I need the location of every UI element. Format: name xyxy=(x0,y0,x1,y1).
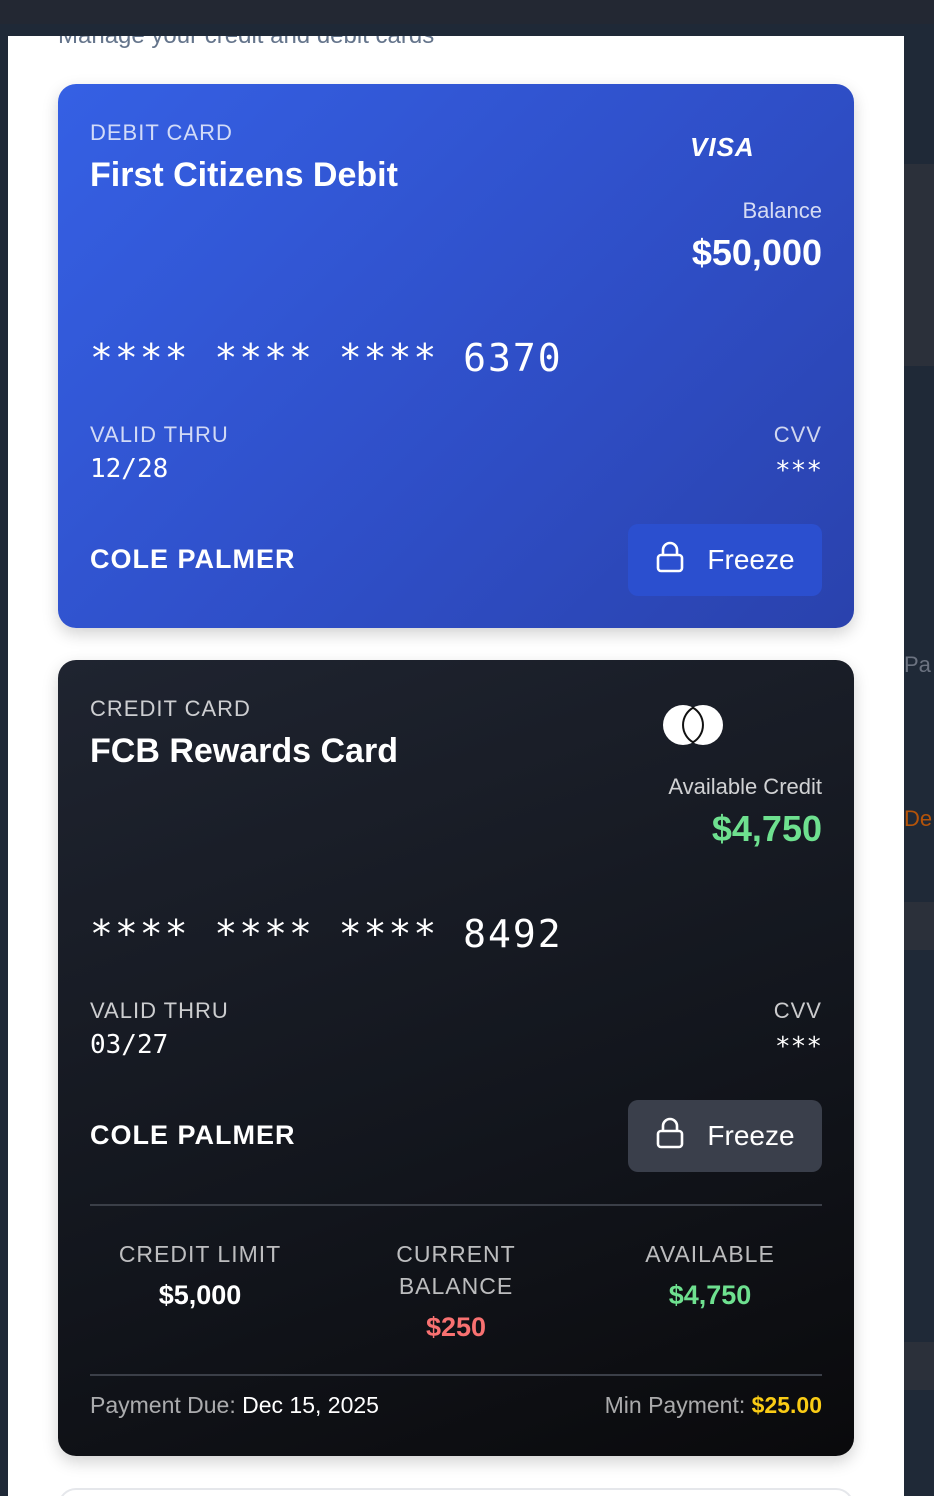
lock-icon xyxy=(655,541,685,580)
valid-thru-value: 12/28 xyxy=(90,454,169,484)
available-credit-value: $4,750 xyxy=(711,808,822,849)
valid-thru-label: VALID THRU xyxy=(90,422,229,447)
payment-due-value: Dec 15, 2025 xyxy=(242,1392,379,1418)
cvv-value: *** xyxy=(775,1032,822,1062)
credit-limit-label: CREDIT LIMIT xyxy=(118,1241,282,1267)
card-number: **** **** **** 6370 xyxy=(90,336,563,380)
background-panel xyxy=(904,1342,934,1390)
cvv-label: CVV xyxy=(773,998,822,1023)
payment-due: Payment Due: Dec 15, 2025 xyxy=(90,1392,379,1419)
freeze-label: Freeze xyxy=(707,544,795,575)
available-stat: AVAILABLE $4,750 xyxy=(588,1238,832,1311)
min-payment-label: Min Payment: xyxy=(604,1392,746,1418)
current-balance-label: CURRENT xyxy=(396,1241,516,1267)
debit-card[interactable]: DEBIT CARD First Citizens Debit VISA Bal… xyxy=(58,84,854,628)
available-value: $4,750 xyxy=(668,1280,752,1310)
background-panel xyxy=(904,902,934,950)
card-holder-name: COLE PALMER xyxy=(90,544,296,574)
divider xyxy=(90,1204,822,1206)
visa-logo: VISA xyxy=(690,132,755,162)
credit-limit-value: $5,000 xyxy=(158,1280,242,1310)
cards-modal: Manage your credit and debit cards DEBIT… xyxy=(8,36,904,1496)
current-balance-stat: CURRENT BALANCE $250 xyxy=(334,1238,578,1343)
freeze-button[interactable]: Freeze xyxy=(628,524,822,596)
background-text: Pa xyxy=(904,652,931,677)
available-label: AVAILABLE xyxy=(645,1241,775,1267)
card-type-label: DEBIT CARD xyxy=(90,120,233,145)
credit-card[interactable]: CREDIT CARD FCB Rewards Card Available C… xyxy=(58,660,854,1456)
card-holder-name: COLE PALMER xyxy=(90,1120,296,1150)
cvv-value: *** xyxy=(775,456,822,486)
min-payment-value: $25.00 xyxy=(751,1392,822,1418)
current-balance-value: $250 xyxy=(425,1312,487,1342)
page-subtitle: Manage your credit and debit cards xyxy=(58,36,434,50)
mastercard-icon xyxy=(660,703,726,747)
divider xyxy=(90,1374,822,1376)
valid-thru-value: 03/27 xyxy=(90,1030,169,1060)
card-type-label: CREDIT CARD xyxy=(90,696,251,721)
lock-icon xyxy=(655,1117,685,1156)
card-name: FCB Rewards Card xyxy=(90,732,398,770)
payment-due-label: Payment Due: xyxy=(90,1392,236,1418)
valid-thru-label: VALID THRU xyxy=(90,998,229,1023)
card-number: **** **** **** 8492 xyxy=(90,912,563,956)
background-text: De xyxy=(904,806,933,831)
current-balance-label: BALANCE xyxy=(398,1273,514,1299)
credit-limit-stat: CREDIT LIMIT $5,000 xyxy=(78,1238,322,1311)
min-payment: Min Payment: $25.00 xyxy=(605,1392,822,1419)
card-name: First Citizens Debit xyxy=(90,156,398,194)
browser-top-bar xyxy=(0,0,934,24)
freeze-button[interactable]: Freeze xyxy=(628,1100,822,1172)
cvv-label: CVV xyxy=(773,422,822,447)
background-panel xyxy=(904,164,934,366)
freeze-label: Freeze xyxy=(707,1120,795,1151)
balance-label: Balance xyxy=(742,198,822,223)
balance-value: $50,000 xyxy=(691,232,822,273)
available-credit-label: Available Credit xyxy=(668,774,822,799)
next-card-partial xyxy=(58,1488,854,1496)
